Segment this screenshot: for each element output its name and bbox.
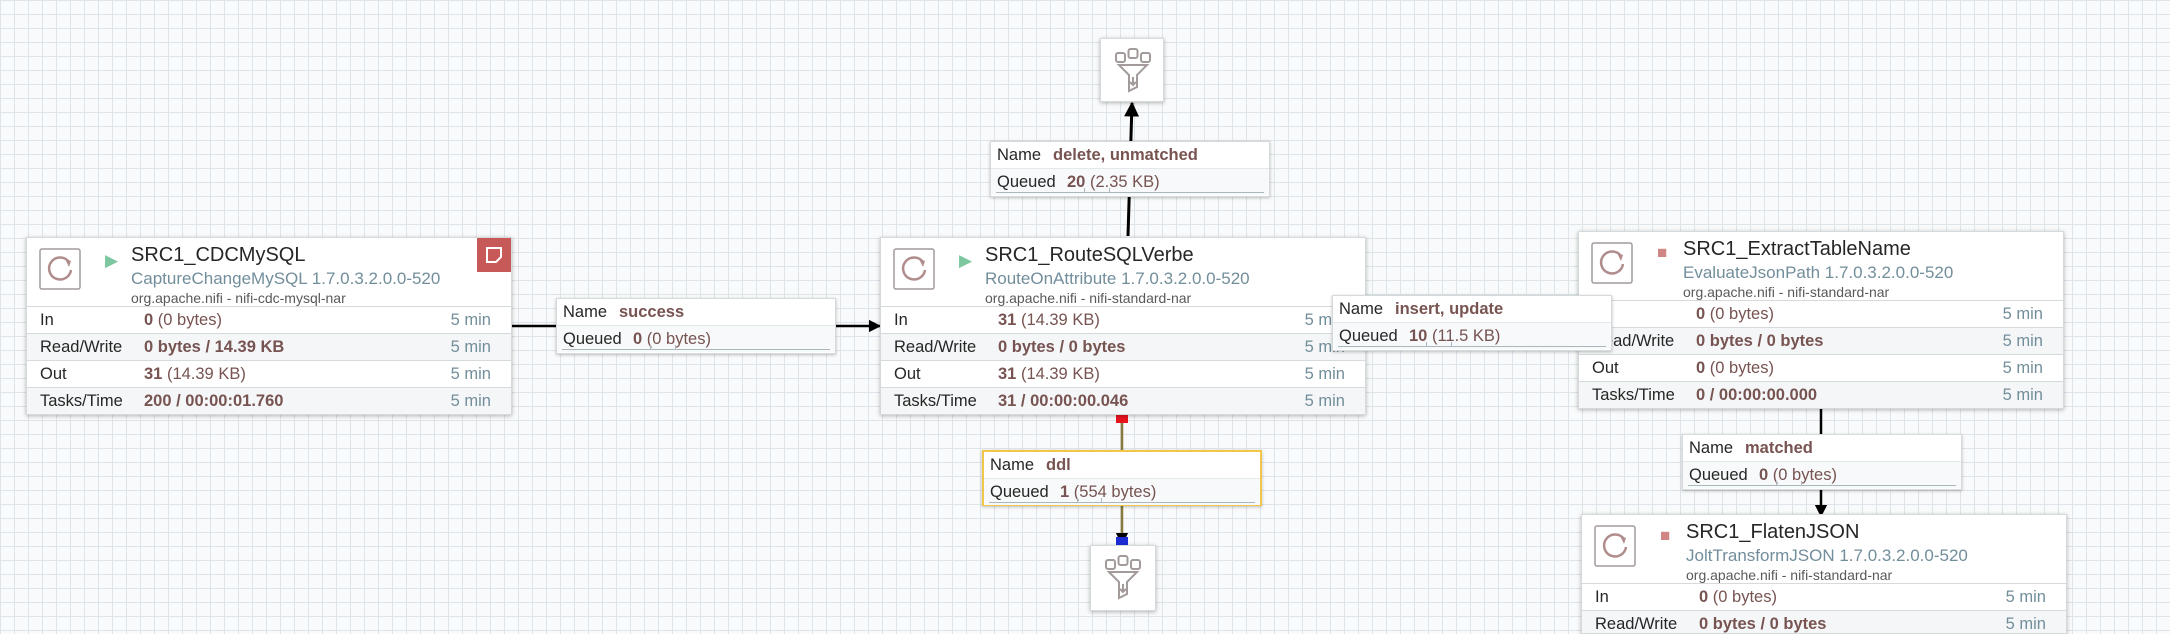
funnel-top[interactable] <box>1100 38 1164 102</box>
stat-row-out: Out 31 (14.39 KB) 5 min <box>881 360 1365 387</box>
processor-name: SRC1_CDCMySQL <box>131 244 306 266</box>
running-state-icon: ▶ <box>105 251 119 270</box>
processor-src1-cdcmysql[interactable]: ▶ SRC1_CDCMySQL CaptureChangeMySQL 1.7.0… <box>26 237 512 415</box>
processor-name: SRC1_ExtractTableName <box>1683 238 1911 260</box>
funnel-bottom[interactable] <box>1090 545 1156 611</box>
processor-type: RouteOnAttribute 1.7.0.3.2.0.0-520 <box>985 269 1250 288</box>
processor-bundle: org.apache.nifi - nifi-cdc-mysql-nar <box>131 290 346 306</box>
queue-progress-bar <box>562 345 830 350</box>
funnel-icon <box>1105 555 1141 600</box>
stat-row-out: Out 0 (0 bytes) 5 min <box>1579 354 2063 381</box>
stat-row-in: In 0 (0 bytes) 5 min <box>1579 300 2063 327</box>
flow-canvas[interactable]: ▶ SRC1_CDCMySQL CaptureChangeMySQL 1.7.0… <box>0 0 2170 634</box>
processor-header: ▶ SRC1_RouteSQLVerbe RouteOnAttribute 1.… <box>881 238 1365 306</box>
stat-row-tasks-time: Tasks/Time 31 / 00:00:00.046 5 min <box>881 387 1365 414</box>
bulletin-icon[interactable] <box>477 238 511 272</box>
processor-src1-routesqlverbe[interactable]: ▶ SRC1_RouteSQLVerbe RouteOnAttribute 1.… <box>880 237 1366 415</box>
processor-icon <box>39 248 81 290</box>
stopped-state-icon: ■ <box>1660 526 1671 545</box>
processor-type: JoltTransformJSON 1.7.0.3.2.0.0-520 <box>1686 546 1968 565</box>
stat-row-read-write: Read/Write 0 bytes / 14.39 KB 5 min <box>27 333 511 360</box>
stat-row-read-write: Read/Write 0 bytes / 0 bytes 5 min <box>881 333 1365 360</box>
stat-row-out: Out 31 (14.39 KB) 5 min <box>27 360 511 387</box>
processor-icon <box>1591 242 1633 284</box>
processor-header: ■ SRC1_FlatenJSON JoltTransformJSON 1.7.… <box>1582 515 2066 583</box>
processor-src1-extracttablename[interactable]: ■ SRC1_ExtractTableName EvaluateJsonPath… <box>1578 231 2064 409</box>
stat-row-in: In 0 (0 bytes) 5 min <box>1582 583 2066 610</box>
queue-progress-bar <box>1688 481 1956 486</box>
queue-progress-bar <box>1338 342 1606 347</box>
processor-bundle: org.apache.nifi - nifi-standard-nar <box>1686 567 1893 583</box>
stat-row-in: In 31 (14.39 KB) 5 min <box>881 306 1365 333</box>
processor-src1-flatenjson[interactable]: ■ SRC1_FlatenJSON JoltTransformJSON 1.7.… <box>1581 514 2067 634</box>
processor-header: ▶ SRC1_CDCMySQL CaptureChangeMySQL 1.7.0… <box>27 238 511 306</box>
stat-row-tasks-time: Tasks/Time 200 / 00:00:01.760 5 min <box>27 387 511 414</box>
connection-label-delete-unmatched[interactable]: Name delete, unmatched Queued 20 (2.35 KB) <box>990 141 1270 197</box>
processor-bundle: org.apache.nifi - nifi-standard-nar <box>1683 284 1890 300</box>
stat-row-in: In 0 (0 bytes) 5 min <box>27 306 511 333</box>
processor-bundle: org.apache.nifi - nifi-standard-nar <box>985 290 1192 306</box>
processor-icon <box>1594 525 1636 567</box>
stat-row-read-write: Read/Write 0 bytes / 0 bytes 5 min <box>1582 610 2066 633</box>
connection-label-success[interactable]: Name success Queued 0 (0 bytes) <box>556 298 836 354</box>
running-state-icon: ▶ <box>959 251 973 270</box>
processor-type: CaptureChangeMySQL 1.7.0.3.2.0.0-520 <box>131 269 441 288</box>
stat-row-read-write: Read/Write 0 bytes / 0 bytes 5 min <box>1579 327 2063 354</box>
processor-icon <box>893 248 935 290</box>
funnel-icon <box>1115 48 1151 93</box>
connection-label-ddl[interactable]: Name ddl Queued 1 (554 bytes) <box>982 450 1262 506</box>
connection-label-insert-update[interactable]: Name insert, update Queued 10 (11.5 KB) <box>1332 295 1612 351</box>
connection-label-matched[interactable]: Name matched Queued 0 (0 bytes) <box>1682 434 1962 490</box>
stat-row-tasks-time: Tasks/Time 0 / 00:00:00.000 5 min <box>1579 381 2063 408</box>
queue-progress-bar <box>996 188 1264 193</box>
queue-progress-bar <box>989 498 1255 503</box>
processor-name: SRC1_RouteSQLVerbe <box>985 244 1194 266</box>
processor-type: EvaluateJsonPath 1.7.0.3.2.0.0-520 <box>1683 263 1954 282</box>
stopped-state-icon: ■ <box>1657 243 1668 262</box>
processor-header: ■ SRC1_ExtractTableName EvaluateJsonPath… <box>1579 232 2063 300</box>
processor-name: SRC1_FlatenJSON <box>1686 521 1860 543</box>
